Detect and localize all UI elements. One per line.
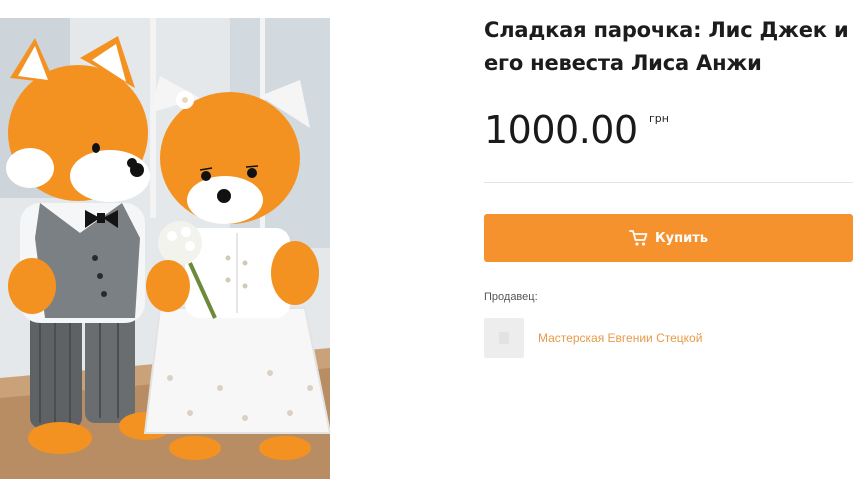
buy-button-label: Купить <box>655 230 708 246</box>
product-title: Сладкая парочка: Лис Джек и его невеста … <box>484 18 849 75</box>
seller-avatar[interactable] <box>484 318 524 358</box>
price-currency: грн <box>649 112 669 125</box>
buy-button[interactable]: Купить <box>484 214 853 262</box>
cart-icon <box>629 229 649 247</box>
divider <box>484 182 853 183</box>
product-photo[interactable] <box>0 18 330 479</box>
avatar-placeholder-icon <box>499 332 509 344</box>
product-price: 1000.00 <box>484 108 638 152</box>
seller-label: Продавец: <box>484 291 538 303</box>
seller-name-link[interactable]: Мастерская Евгении Стецкой <box>538 331 702 345</box>
price-row: 1000.00 грн <box>484 104 669 156</box>
product-info: Сладкая парочка: Лис Джек и его невеста … <box>484 0 853 479</box>
